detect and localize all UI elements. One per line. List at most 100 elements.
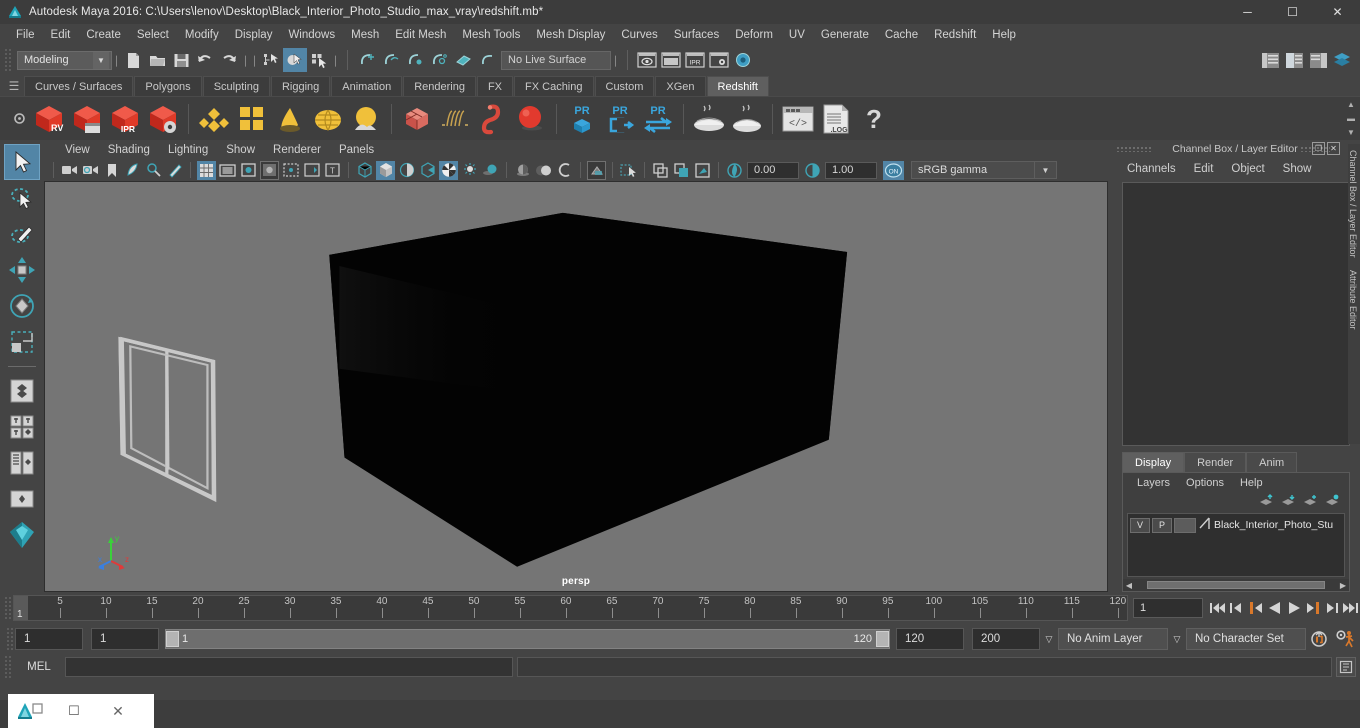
shelf-tab-fx[interactable]: FX xyxy=(476,76,514,96)
snap-to-point-icon[interactable] xyxy=(403,48,427,72)
shelf-scroll-down-icon[interactable]: ▼ xyxy=(1347,129,1355,137)
hypershade-layout-button[interactable] xyxy=(4,517,40,553)
shadows-icon[interactable] xyxy=(481,161,500,180)
redshift-bake-set-button[interactable] xyxy=(690,100,728,138)
open-scene-icon[interactable] xyxy=(145,48,169,72)
channelbox-menu-edit[interactable]: Edit xyxy=(1185,163,1223,175)
layer-row[interactable]: V P Black_Interior_Photo_Stu xyxy=(1128,516,1344,534)
viewport-menu-show[interactable]: Show xyxy=(217,144,264,156)
show-hide-tool-settings-icon[interactable] xyxy=(1282,48,1306,72)
shelf-tab-custom[interactable]: Custom xyxy=(594,76,655,96)
wireframe-icon[interactable] xyxy=(355,161,374,180)
viewport-menu-panels[interactable]: Panels xyxy=(330,144,383,156)
redshift-script-editor-button[interactable]: </> xyxy=(779,100,817,138)
go-to-end-icon[interactable] xyxy=(1341,597,1360,619)
go-to-start-icon[interactable] xyxy=(1208,597,1227,619)
redo-icon[interactable] xyxy=(217,48,241,72)
range-slider-right-handle[interactable] xyxy=(876,631,889,647)
layer-list-horizontal-scrollbar[interactable]: ◀ ▶ xyxy=(1123,579,1349,591)
redshift-pr-object-button[interactable]: PR xyxy=(563,100,601,138)
menu-deform[interactable]: Deform xyxy=(727,26,781,44)
taskbar-window-preview[interactable]: ☐ ✕ xyxy=(8,694,154,728)
persp-graph-layout-button[interactable] xyxy=(4,481,40,517)
move-tool-button[interactable] xyxy=(4,252,40,288)
film-gate-icon[interactable] xyxy=(218,161,237,180)
redshift-sphere-light-button[interactable] xyxy=(512,100,550,138)
redshift-ipr-button[interactable]: IPR xyxy=(106,100,144,138)
side-tab-channel-box[interactable]: Channel Box / Layer Editor xyxy=(1348,144,1358,264)
shelf-tab-polygons[interactable]: Polygons xyxy=(134,76,202,96)
exposure-icon[interactable] xyxy=(725,161,744,180)
taskbar-close-button[interactable]: ✕ xyxy=(96,694,140,728)
motion-blur-icon[interactable] xyxy=(534,161,553,180)
step-forward-frame-icon[interactable] xyxy=(1303,597,1322,619)
menu-mesh-display[interactable]: Mesh Display xyxy=(528,26,613,44)
snap-to-projected-center-icon[interactable] xyxy=(427,48,451,72)
panel-drag-handle[interactable] xyxy=(1116,146,1152,152)
grease-pencil-icon[interactable] xyxy=(165,161,184,180)
redshift-material-blender-button[interactable] xyxy=(233,100,271,138)
scroll-right-icon[interactable]: ▶ xyxy=(1337,581,1349,590)
menu-display[interactable]: Display xyxy=(227,26,281,44)
paint-select-tool-button[interactable] xyxy=(4,216,40,252)
status-section-divider-3[interactable]: ❘ xyxy=(250,49,259,71)
color-management-chevron-down-icon[interactable]: ▼ xyxy=(1035,161,1057,179)
redshift-material-button[interactable] xyxy=(195,100,233,138)
redshift-render-view-button[interactable]: RV xyxy=(30,100,68,138)
camera-attributes-icon[interactable] xyxy=(81,161,100,180)
shelf-scroll-bar[interactable]: ▬ xyxy=(1347,115,1355,123)
animation-start-field[interactable]: 1 xyxy=(15,628,83,650)
current-frame-field[interactable]: 1 xyxy=(1133,598,1203,618)
menu-mesh-tools[interactable]: Mesh Tools xyxy=(454,26,528,44)
live-surface-field[interactable]: No Live Surface xyxy=(501,50,611,70)
shelf-scroll-up-icon[interactable]: ▲ xyxy=(1347,101,1355,109)
workspace-layers-icon[interactable] xyxy=(1330,48,1354,72)
menu-generate[interactable]: Generate xyxy=(813,26,877,44)
bookmark-icon[interactable] xyxy=(102,161,121,180)
shaded-wireframe-icon[interactable] xyxy=(397,161,416,180)
gamma-field[interactable]: 1.00 xyxy=(825,161,877,179)
select-by-component-icon[interactable] xyxy=(307,48,331,72)
taskbar-restore-button[interactable]: ☐ xyxy=(52,694,96,728)
animation-end-field[interactable]: 200 xyxy=(972,628,1040,650)
panel-close-button[interactable]: ✕ xyxy=(1327,142,1340,155)
viewport-menu-lighting[interactable]: Lighting xyxy=(159,144,217,156)
redshift-pr-transfer-button[interactable]: PR xyxy=(639,100,677,138)
shelf-tab-redshift[interactable]: Redshift xyxy=(706,76,769,96)
range-slider[interactable]: 1 120 xyxy=(165,629,890,649)
redshift-environment-button[interactable] xyxy=(309,100,347,138)
resolution-gate-icon[interactable] xyxy=(239,161,258,180)
character-set-chevron-down-icon[interactable]: ▽ xyxy=(1168,628,1186,650)
new-layer-from-selected-icon[interactable] xyxy=(1325,493,1339,511)
show-hide-attribute-editor-icon[interactable] xyxy=(1258,48,1282,72)
channel-box-list[interactable] xyxy=(1122,182,1350,446)
snap-to-view-plane-icon[interactable] xyxy=(451,48,475,72)
channelbox-menu-object[interactable]: Object xyxy=(1222,163,1273,175)
layer-tab-render[interactable]: Render xyxy=(1184,452,1247,472)
command-language-label[interactable]: MEL xyxy=(17,661,61,673)
viewport-menu-view[interactable]: View xyxy=(56,144,99,156)
image-plane-icon[interactable] xyxy=(123,161,142,180)
shelf-tab-sculpting[interactable]: Sculpting xyxy=(202,76,270,96)
xray-icon[interactable] xyxy=(587,160,606,180)
command-line-gripper[interactable] xyxy=(4,655,13,679)
lasso-select-tool-button[interactable] xyxy=(4,180,40,216)
menu-set-selector[interactable]: Modeling ▼ xyxy=(17,50,112,70)
shelf-tab-rigging[interactable]: Rigging xyxy=(270,76,331,96)
shelf-tab-fx-caching[interactable]: FX Caching xyxy=(514,76,594,96)
menu-select[interactable]: Select xyxy=(129,26,177,44)
menu-modify[interactable]: Modify xyxy=(177,26,227,44)
move-layer-up-icon[interactable] xyxy=(1259,493,1273,511)
safe-action-icon[interactable] xyxy=(302,161,321,180)
current-time-indicator[interactable]: 1 xyxy=(14,596,28,620)
minimize-button[interactable]: ─ xyxy=(1225,0,1270,24)
single-perspective-layout-button[interactable] xyxy=(4,373,40,409)
status-line-gripper[interactable] xyxy=(4,48,13,72)
menu-edit[interactable]: Edit xyxy=(43,26,79,44)
select-tool-button[interactable] xyxy=(4,144,40,180)
anim-layer-chevron-down-icon[interactable]: ▽ xyxy=(1040,628,1058,650)
redshift-proxy-button[interactable] xyxy=(398,100,436,138)
panel-undock-button[interactable]: ❐ xyxy=(1312,142,1325,155)
shelf-menu-icon[interactable]: ☰ xyxy=(4,76,24,96)
menu-windows[interactable]: Windows xyxy=(280,26,343,44)
